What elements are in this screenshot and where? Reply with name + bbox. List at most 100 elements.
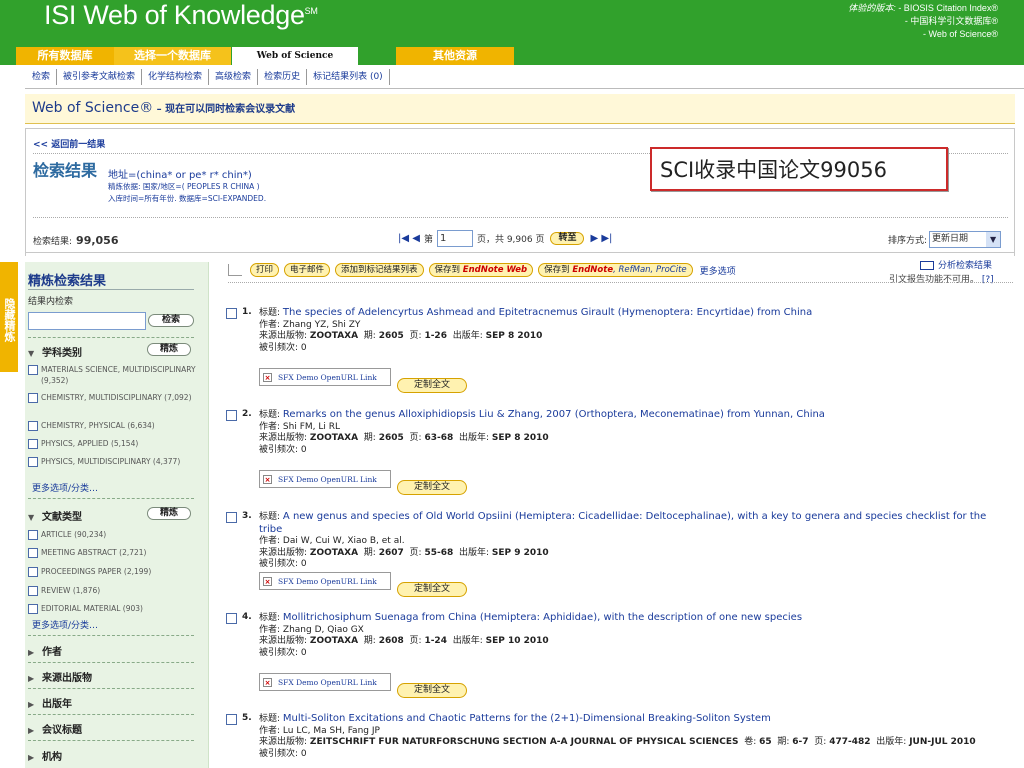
- back-link[interactable]: << 返回前一结果: [33, 137, 105, 150]
- next-last-page-icon[interactable]: ▶ ▶|: [590, 233, 612, 244]
- triangle-down-icon: ▼: [28, 513, 35, 522]
- divider: [25, 252, 1015, 258]
- add-marked-list-button[interactable]: 添加到标记结果列表: [335, 263, 424, 277]
- doc-type-header[interactable]: ▼ 文献类型: [28, 508, 82, 523]
- tab-select-database[interactable]: 选择一个数据库: [114, 47, 231, 65]
- refine-subject-button[interactable]: 精炼: [147, 343, 191, 356]
- tab-all-databases[interactable]: 所有数据库: [16, 47, 114, 65]
- record-title-link[interactable]: The species of Adelencyrtus Ashmead and …: [283, 307, 812, 318]
- sfx-link[interactable]: × SFX Demo OpenURL Link: [259, 572, 391, 590]
- sort-select[interactable]: 更新日期 ▼: [929, 231, 1002, 248]
- subject-more-link[interactable]: 更多选项/分类…: [32, 481, 98, 494]
- record-checkbox[interactable]: [226, 308, 237, 319]
- record-checkbox[interactable]: [226, 512, 237, 523]
- full-text-button[interactable]: 定制全文: [397, 378, 468, 393]
- checkbox[interactable]: [28, 365, 38, 375]
- sfx-link[interactable]: × SFX Demo OpenURL Link: [259, 673, 391, 691]
- subnav-cited-ref-search[interactable]: 被引参考文献检索: [57, 69, 143, 85]
- doctype-more-link[interactable]: 更多选项/分类…: [32, 618, 98, 631]
- help-link[interactable]: [?]: [982, 275, 994, 285]
- record-checkbox[interactable]: [226, 714, 237, 725]
- checkbox[interactable]: [28, 439, 38, 449]
- subject-category-header[interactable]: ▼ 学科类别: [28, 344, 82, 359]
- goto-button[interactable]: 转至: [550, 232, 585, 245]
- checkbox[interactable]: [28, 457, 38, 467]
- subject-option[interactable]: CHEMISTRY, MULTIDISCIPLINARY (7,092): [28, 392, 198, 403]
- full-text-button[interactable]: 定制全文: [397, 683, 468, 698]
- checkbox[interactable]: [28, 393, 38, 403]
- doctype-option[interactable]: MEETING ABSTRACT (2,721): [28, 547, 198, 558]
- institution-section[interactable]: ▶ 机构: [28, 748, 62, 763]
- pubyear-section[interactable]: ▶ 出版年: [28, 695, 72, 710]
- product-title: Web of Science® – 现在可以同时检索会议录文献: [32, 100, 296, 116]
- record-checkbox[interactable]: [226, 410, 237, 421]
- search-subnav: 检索 被引参考文献检索 化学结构检索 高级检索 检索历史 标记结果列表 (0): [25, 66, 390, 88]
- timespan-text: 入库时间=所有年份. 数据库=SCI-EXPANDED.: [108, 194, 267, 203]
- triangle-right-icon: ▶: [28, 700, 35, 709]
- result-count: 检索结果: 99,056: [33, 234, 119, 247]
- checkbox[interactable]: [28, 421, 38, 431]
- source-section[interactable]: ▶ 来源出版物: [28, 669, 92, 684]
- broken-image-icon: ×: [263, 576, 272, 586]
- print-button[interactable]: 打印: [250, 263, 280, 277]
- refine-doctype-button[interactable]: 精炼: [147, 507, 191, 520]
- refine-text: 精炼依据: 国家/地区=( PEOPLES R CHINA ): [108, 182, 260, 191]
- divider: [28, 740, 194, 741]
- divider: [28, 498, 194, 499]
- doctype-option[interactable]: REVIEW (1,876): [28, 585, 198, 596]
- subnav-structure-search[interactable]: 化学结构检索: [142, 69, 210, 85]
- checkbox[interactable]: [28, 604, 38, 614]
- record-title-link[interactable]: Remarks on the genus Alloxiphidiopsis Li…: [283, 409, 825, 420]
- checkbox[interactable]: [28, 548, 38, 558]
- refine-title: 精炼检索结果: [28, 274, 107, 289]
- save-endnote-web-button[interactable]: 保存到 EndNote Web: [428, 263, 534, 277]
- tab-other-resources[interactable]: 其他资源: [396, 47, 514, 65]
- sfx-link[interactable]: × SFX Demo OpenURL Link: [259, 470, 391, 488]
- annotation-box: SCI收录中国论文99056: [650, 147, 948, 191]
- subnav-marked-list[interactable]: 标记结果列表 (0): [307, 69, 390, 85]
- checkbox[interactable]: [28, 530, 38, 540]
- subnav-search[interactable]: 检索: [25, 69, 58, 85]
- subnav-advanced-search[interactable]: 高级检索: [209, 69, 259, 85]
- sfx-link[interactable]: × SFX Demo OpenURL Link: [259, 368, 391, 386]
- record-number: 2.: [242, 409, 252, 419]
- sort-control: 排序方式: 更新日期 ▼: [888, 231, 1002, 248]
- result-record: 1. 标题: The species of Adelencyrtus Ashme…: [226, 306, 1016, 406]
- page-number-input[interactable]: 1: [436, 230, 473, 247]
- broken-image-icon: ×: [263, 474, 272, 484]
- subject-option[interactable]: PHYSICS, APPLIED (5,154): [28, 438, 198, 449]
- conference-section[interactable]: ▶ 会议标题: [28, 721, 82, 736]
- doctype-option[interactable]: ARTICLE (90,234): [28, 529, 198, 540]
- divider: [228, 282, 1013, 283]
- record-number: 5.: [242, 713, 252, 723]
- triangle-right-icon: ▶: [28, 753, 35, 762]
- checkbox[interactable]: [28, 567, 38, 577]
- doctype-option[interactable]: EDITORIAL MATERIAL (903): [28, 603, 198, 614]
- full-text-button[interactable]: 定制全文: [397, 582, 468, 597]
- record-title-link[interactable]: A new genus and species of Old World Ops…: [259, 511, 986, 535]
- email-button[interactable]: 电子邮件: [284, 263, 331, 277]
- divider: [33, 217, 1008, 218]
- search-within-button[interactable]: 检索: [148, 314, 194, 327]
- first-prev-page-icon[interactable]: |◀ ◀: [398, 233, 420, 244]
- divider: [25, 88, 1024, 89]
- subject-option[interactable]: PHYSICS, MULTIDISCIPLINARY (4,377): [28, 456, 198, 467]
- more-options-link[interactable]: 更多选项: [700, 264, 736, 277]
- analyze-results-link[interactable]: 分析检索结果: [920, 258, 992, 271]
- tab-web-of-science[interactable]: Web of Science: [232, 47, 358, 65]
- save-endnote-button[interactable]: 保存到 EndNote, RefMan, ProCite: [538, 263, 693, 277]
- doctype-option[interactable]: PROCEEDINGS PAPER (2,199): [28, 566, 198, 577]
- record-checkbox[interactable]: [226, 613, 237, 624]
- checkbox[interactable]: [28, 586, 38, 596]
- record-title-link[interactable]: Multi-Soliton Excitations and Chaotic Pa…: [283, 713, 771, 724]
- hide-refine-tab[interactable]: 隐藏精炼: [0, 262, 18, 372]
- subnav-search-history[interactable]: 检索历史: [258, 69, 308, 85]
- record-title-link[interactable]: Mollitrichosiphum Suenaga from China (He…: [283, 612, 802, 623]
- author-section[interactable]: ▶ 作者: [28, 643, 62, 658]
- chevron-down-icon: ▼: [986, 232, 1001, 247]
- subject-option[interactable]: MATERIALS SCIENCE, MULTIDISCIPLINARY (9,…: [28, 364, 198, 386]
- search-within-input[interactable]: [28, 312, 146, 330]
- isi-logo[interactable]: ISI Web of KnowledgeSM: [44, 0, 318, 31]
- subject-option[interactable]: CHEMISTRY, PHYSICAL (6,634): [28, 420, 198, 431]
- full-text-button[interactable]: 定制全文: [397, 480, 468, 495]
